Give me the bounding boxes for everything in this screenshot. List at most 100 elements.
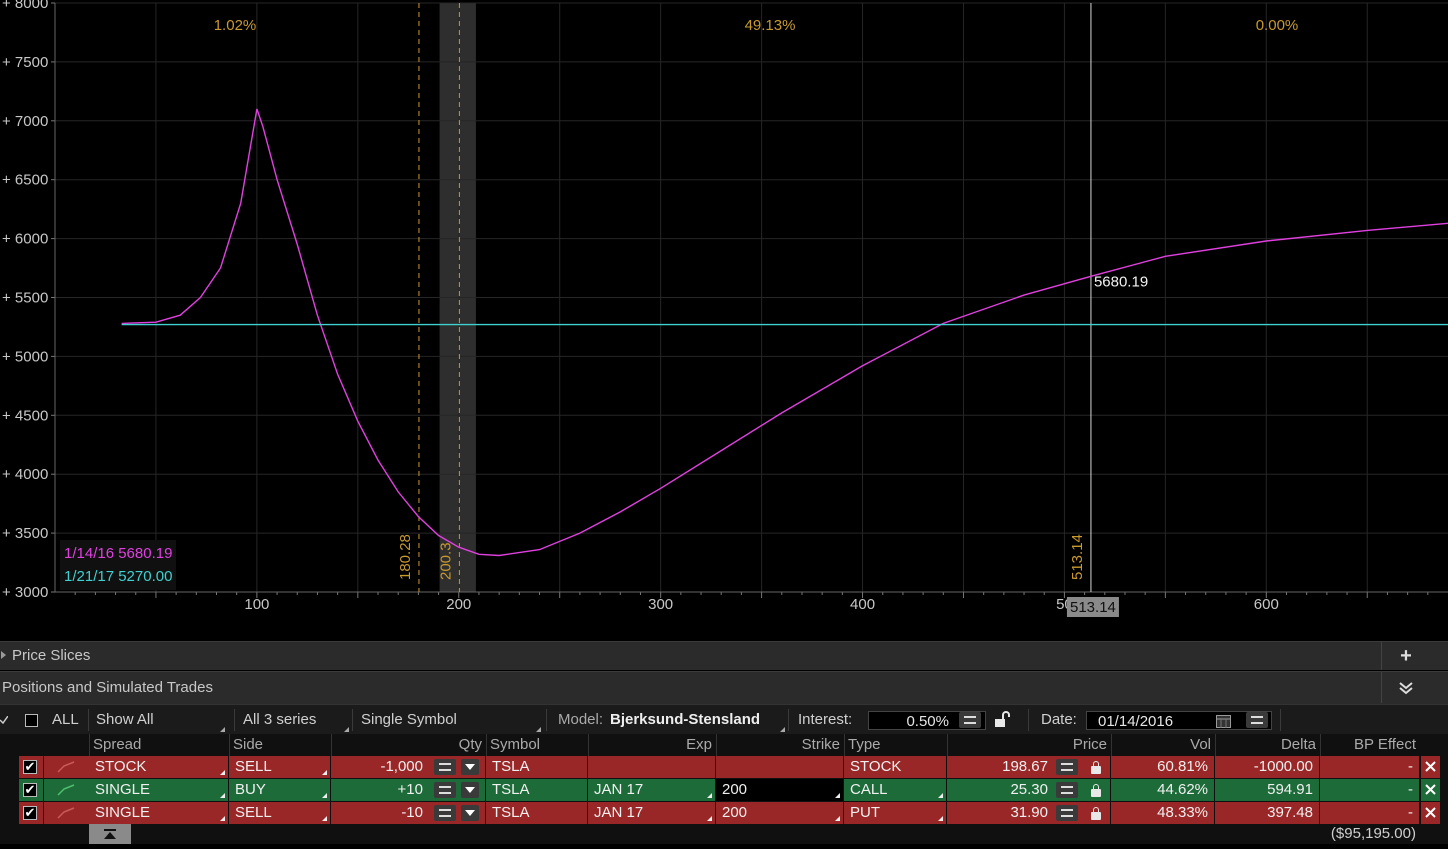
cell-price[interactable]: 25.30 xyxy=(947,779,1110,801)
lock-icon[interactable] xyxy=(1091,761,1101,774)
price-stepper[interactable] xyxy=(1056,805,1078,821)
risk-profile-chart[interactable]: + 8000 + 7500 + 7000 + 6500 + 6000 + 5500 + 50… xyxy=(0,0,1448,640)
qty-dropdown[interactable] xyxy=(461,805,479,821)
qty-stepper[interactable] xyxy=(434,782,456,798)
price-stepper[interactable] xyxy=(1056,759,1078,775)
column-header-bp[interactable]: BP Effect xyxy=(1320,734,1420,756)
cell-vol: 44.62% xyxy=(1111,779,1214,801)
qty-dropdown[interactable] xyxy=(461,782,479,798)
date-value: 01/14/2016 xyxy=(1098,713,1174,730)
cell-exp[interactable] xyxy=(588,756,715,778)
row-checkbox[interactable]: ✔ xyxy=(23,806,37,820)
y-tick-label: + 3500 xyxy=(2,525,48,542)
scroll-to-top-button[interactable] xyxy=(89,824,131,844)
cell-symbol-value: TSLA xyxy=(492,758,530,775)
total-bp-effect: ($95,195.00) xyxy=(1330,825,1416,842)
cell-type[interactable]: CALL xyxy=(844,779,946,801)
column-header-symbol[interactable]: Symbol xyxy=(486,734,588,756)
x-tick-label: 400 xyxy=(850,596,875,613)
risk-profile-svg[interactable]: + 8000 + 7500 + 7000 + 6500 + 6000 + 5500 + 50… xyxy=(0,0,1448,640)
price-stepper[interactable] xyxy=(1056,782,1078,798)
qty-stepper[interactable] xyxy=(434,805,456,821)
cell-vol-value: 60.81% xyxy=(1157,758,1208,775)
column-header-qty[interactable]: Qty xyxy=(331,734,486,756)
cell-symbol: TSLA xyxy=(486,756,587,778)
lock-icon[interactable] xyxy=(1091,807,1101,820)
positions-table: Spread Side Qty Symbol Exp Strike Type Price Vol… xyxy=(0,734,1448,844)
mini-chart-icon xyxy=(57,761,75,773)
add-price-slice-button[interactable]: + xyxy=(1381,642,1430,670)
calendar-icon[interactable] xyxy=(1216,715,1231,728)
column-header-price[interactable]: Price xyxy=(947,734,1111,756)
cell-strike[interactable]: 200 xyxy=(716,802,843,824)
show-filter-dropdown[interactable]: Show All xyxy=(88,705,228,735)
interest-stepper[interactable] xyxy=(959,712,981,728)
cell-exp[interactable]: JAN 17 xyxy=(588,802,715,824)
cell-qty-value: -1,000 xyxy=(380,758,423,775)
row-graph-toggle[interactable] xyxy=(44,802,89,824)
cell-vol-value: 48.33% xyxy=(1157,804,1208,821)
column-header-side[interactable]: Side xyxy=(229,734,331,756)
lock-icon[interactable] xyxy=(1091,784,1101,797)
mini-chart-icon xyxy=(57,807,75,819)
cell-side[interactable]: SELL xyxy=(229,756,330,778)
cell-side[interactable]: BUY xyxy=(229,779,330,801)
remove-row-button[interactable] xyxy=(1421,779,1440,801)
cell-symbol-value: TSLA xyxy=(492,804,530,821)
series-dropdown[interactable]: All 3 series xyxy=(234,705,352,735)
cell-strike[interactable] xyxy=(716,756,843,778)
region-probability-label: 1.02% xyxy=(214,17,257,34)
table-row[interactable]: ✔ STOCK SELL -1,000 TSLA STOCK 198.67 60.81% -10… xyxy=(0,756,1448,778)
collapse-positions-button[interactable] xyxy=(1381,672,1430,703)
cell-spread[interactable]: SINGLE xyxy=(89,802,228,824)
cell-price-value: 25.30 xyxy=(1010,781,1048,798)
cell-price[interactable]: 31.90 xyxy=(947,802,1110,824)
qty-dropdown[interactable] xyxy=(461,759,479,775)
cell-type[interactable]: STOCK xyxy=(844,756,946,778)
cell-price[interactable]: 198.67 xyxy=(947,756,1110,778)
row-graph-toggle[interactable] xyxy=(44,756,89,778)
table-row[interactable]: ✔ SINGLE BUY +10 TSLA JAN 17 200 CALL 25.30 44.62… xyxy=(0,779,1448,801)
column-header-vol[interactable]: Vol xyxy=(1111,734,1215,756)
cell-side[interactable]: SELL xyxy=(229,802,330,824)
row-checkbox[interactable]: ✔ xyxy=(23,783,37,797)
cell-exp[interactable]: JAN 17 xyxy=(588,779,715,801)
positions-panel-header[interactable]: Positions and Simulated Trades xyxy=(0,671,1448,704)
cell-spread[interactable]: SINGLE xyxy=(89,779,228,801)
unlock-icon[interactable] xyxy=(993,711,1011,729)
positions-toolbar: ALL Show All All 3 series Single Symbol … xyxy=(0,704,1448,735)
remove-row-button[interactable] xyxy=(1421,756,1440,778)
close-icon xyxy=(1425,784,1436,795)
column-header-delta[interactable]: Delta xyxy=(1215,734,1320,756)
checkmark-icon xyxy=(0,716,8,724)
cell-spread-value: SINGLE xyxy=(95,804,151,821)
cell-delta: 397.48 xyxy=(1215,802,1319,824)
date-stepper[interactable] xyxy=(1246,712,1268,728)
column-header-strike[interactable]: Strike xyxy=(716,734,844,756)
marker-price-label: 180.28 xyxy=(397,534,414,580)
select-all-checkbox[interactable] xyxy=(25,714,38,727)
row-graph-toggle[interactable] xyxy=(44,779,89,801)
region-probability-label: 0.00% xyxy=(1256,17,1299,34)
cell-symbol-value: TSLA xyxy=(492,781,530,798)
remove-row-button[interactable] xyxy=(1421,802,1440,824)
table-row[interactable]: ✔ SINGLE SELL -10 TSLA JAN 17 200 PUT 31.90 48.33… xyxy=(0,802,1448,824)
date-label: Date: xyxy=(1041,711,1077,728)
symbol-mode-dropdown[interactable]: Single Symbol xyxy=(352,705,544,735)
cell-delta: 594.91 xyxy=(1215,779,1319,801)
expand-arrow-icon[interactable] xyxy=(1,651,6,659)
qty-stepper[interactable] xyxy=(434,759,456,775)
cell-strike[interactable]: 200 xyxy=(716,779,843,801)
chevron-double-down-icon xyxy=(1399,681,1413,694)
model-dropdown[interactable]: Bjerksund-Stensland xyxy=(610,705,788,735)
cell-type-value: CALL xyxy=(850,781,888,798)
model-value: Bjerksund-Stensland xyxy=(610,711,761,728)
column-header-exp[interactable]: Exp xyxy=(588,734,716,756)
cell-type[interactable]: PUT xyxy=(844,802,946,824)
column-header-type[interactable]: Type xyxy=(844,734,947,756)
column-header-spread[interactable]: Spread xyxy=(89,734,229,756)
date-input[interactable]: 01/14/2016 xyxy=(1086,711,1272,730)
row-checkbox[interactable]: ✔ xyxy=(23,760,37,774)
price-slices-panel[interactable]: Price Slices + xyxy=(0,641,1448,670)
cell-spread[interactable]: STOCK xyxy=(89,756,228,778)
